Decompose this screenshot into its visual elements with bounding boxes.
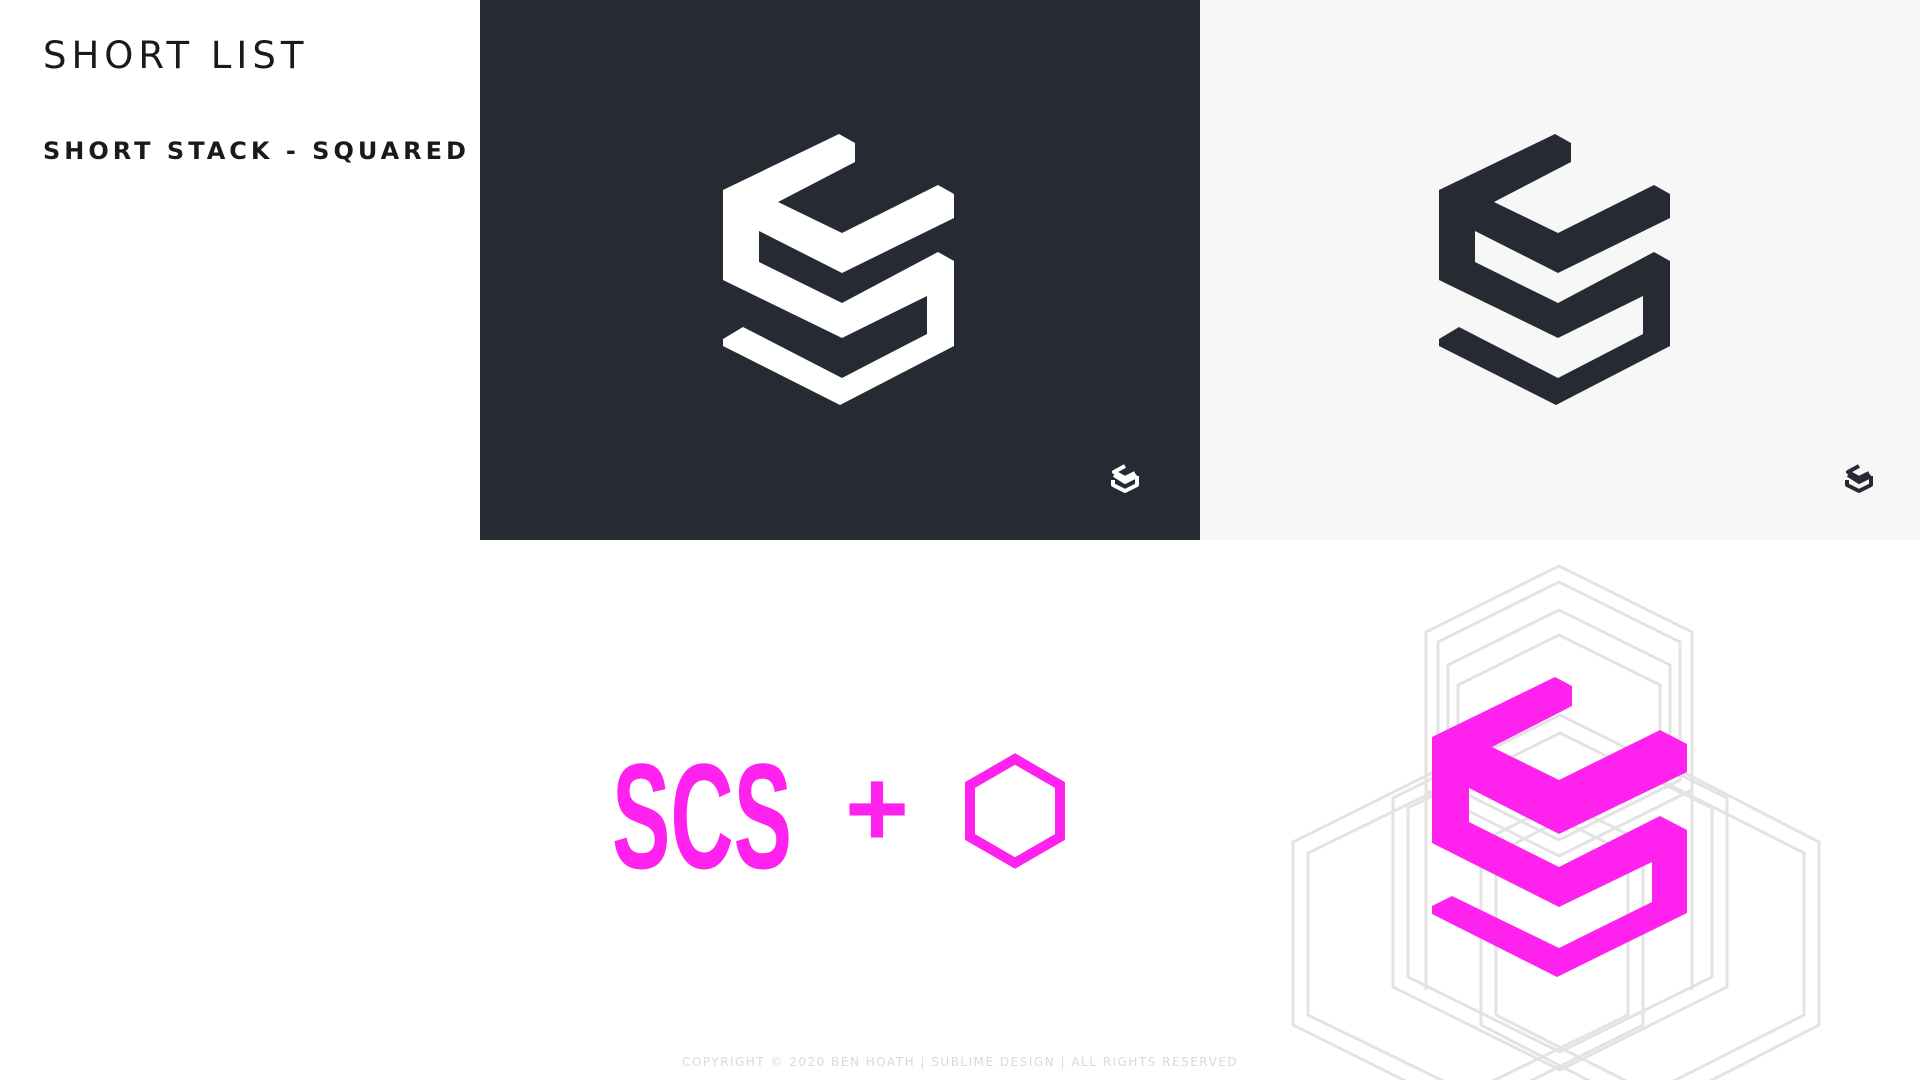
- hexagon-outline-icon: [965, 753, 1065, 869]
- scs-stack-small-icon: [1845, 464, 1873, 493]
- page-subtitle: SHORT STACK - SQUARED: [43, 137, 470, 165]
- logo-light-panel: [1200, 0, 1920, 540]
- logo-dark-panel: [480, 0, 1200, 540]
- copyright-footer: COPYRIGHT © 2020 BEN HOATH | SUBLIME DES…: [681, 1055, 1239, 1069]
- concept-plus: +: [845, 747, 909, 870]
- scs-stack-small-icon: [1111, 464, 1139, 493]
- page: SHORT LIST SHORT STACK - SQUARED SCS + C…: [0, 0, 1920, 1080]
- concept-construction-area: SCS +: [480, 540, 1920, 1080]
- concept-letters: SCS: [612, 732, 792, 900]
- page-title: SHORT LIST: [43, 34, 309, 77]
- scs-hexagon-logo-icon: [723, 134, 954, 405]
- scs-hexagon-logo-icon: [1439, 134, 1670, 405]
- scs-hexagon-logo-icon: [1432, 677, 1687, 977]
